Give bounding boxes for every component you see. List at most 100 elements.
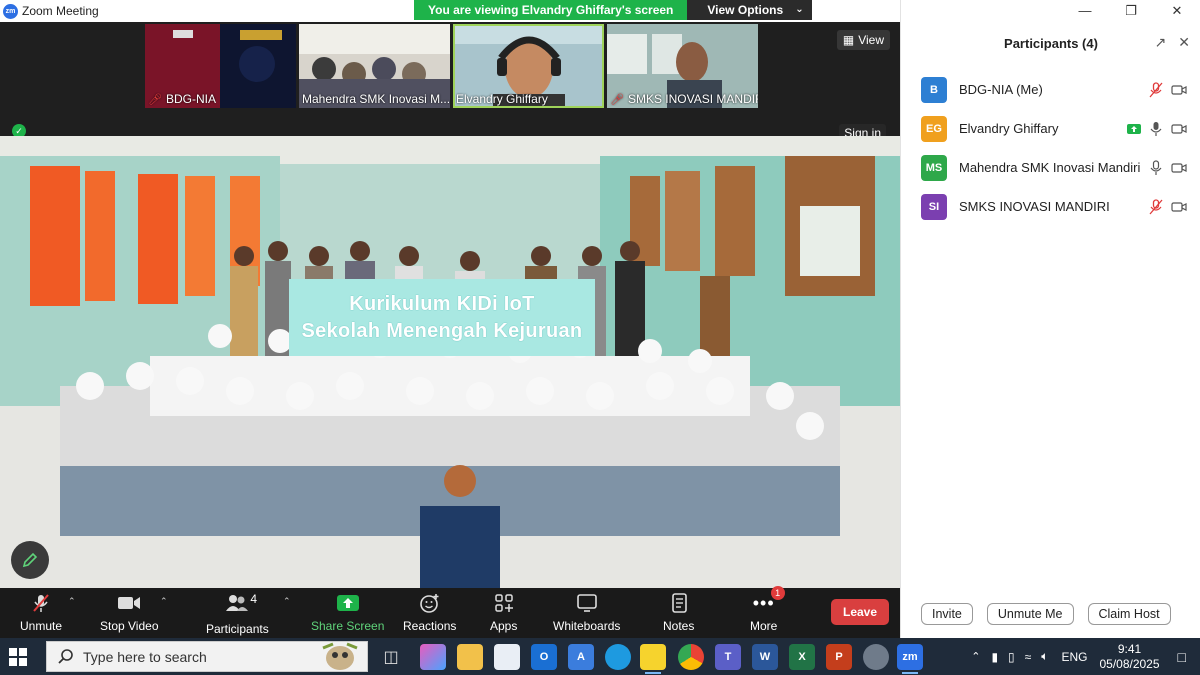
screen: zm Zoom Meeting You are viewing Elvandry… <box>0 0 1200 675</box>
windows-taskbar: Type here to search ◫ O A T W X P zm ⌃ ▮… <box>0 638 1200 675</box>
start-button[interactable] <box>8 647 28 672</box>
task-view-icon[interactable]: ◫ <box>378 644 404 670</box>
usb-device-icon[interactable]: ▯ <box>1008 650 1015 664</box>
copilot-icon[interactable] <box>420 644 446 670</box>
show-hidden-icons-icon[interactable]: ⌃ <box>971 650 980 663</box>
notifications-icon[interactable]: □ <box>1178 649 1186 665</box>
clock[interactable]: 9:41 05/08/2025 <box>1099 642 1159 672</box>
video-thumbnail-active-speaker[interactable]: Elvandry Ghiffary <box>453 24 604 108</box>
whiteboards-button[interactable]: Whiteboards <box>553 592 620 633</box>
system-tray: ⌃ ▮ ▯ ≈ 🔈︎ ENG 9:41 05/08/2025 □ <box>965 638 1200 675</box>
mic-muted-icon <box>1149 198 1163 214</box>
participants-icon <box>226 595 249 611</box>
clock-time: 9:41 <box>1117 641 1142 656</box>
annotate-pencil-button[interactable] <box>11 541 49 579</box>
view-options-label: View Options <box>707 3 784 17</box>
zoom-taskbar-icon[interactable]: zm <box>897 644 923 674</box>
audio-options-caret-icon[interactable]: ⌃ <box>68 596 76 607</box>
claim-host-button[interactable]: Claim Host <box>1087 603 1171 625</box>
panel-footer-buttons: Invite Unmute Me Claim Host <box>921 603 1171 625</box>
notes-button[interactable]: Notes <box>663 592 694 633</box>
clock-date: 05/08/2025 <box>1099 656 1160 671</box>
zoom-title-bar: zm Zoom Meeting You are viewing Elvandry… <box>0 0 900 22</box>
avatar: SI <box>921 193 947 220</box>
participant-status-icons <box>1149 198 1187 215</box>
view-label: View <box>858 33 884 47</box>
participants-label: Participants <box>206 622 269 636</box>
smiley-plus-icon <box>419 594 439 613</box>
unmute-button[interactable]: Unmute <box>20 592 62 633</box>
outlook-icon[interactable]: O <box>531 644 557 670</box>
minimize-icon[interactable]: — <box>1062 0 1108 22</box>
video-camera-icon <box>118 597 141 609</box>
pop-out-icon[interactable]: ↗ <box>1155 34 1167 51</box>
view-options-button[interactable]: View Options ⌄ <box>687 0 812 20</box>
video-options-caret-icon[interactable]: ⌃ <box>160 596 168 607</box>
restore-icon[interactable]: ❐ <box>1108 0 1154 22</box>
reactions-button[interactable]: Reactions <box>403 592 456 633</box>
participant-name: Elvandry Ghiffary <box>456 92 548 106</box>
teams-icon[interactable]: T <box>715 644 741 670</box>
apps-grid-icon <box>494 594 513 612</box>
meeting-toolbar: Unmute ⌃ Stop Video ⌃ 4 Participants ⌃ S… <box>0 586 900 638</box>
participant-name: Mahendra SMK Inovasi Mandiri <box>959 160 1141 175</box>
participant-status-icons <box>1127 121 1187 137</box>
language-indicator[interactable]: ENG <box>1061 650 1087 664</box>
close-panel-icon[interactable]: ✕ <box>1178 34 1190 51</box>
participant-row[interactable]: EG Elvandry Ghiffary <box>921 109 1191 148</box>
wifi-icon[interactable]: ≈ <box>1025 650 1032 664</box>
excel-icon[interactable]: X <box>789 644 815 670</box>
more-button[interactable]: ••• 1 More <box>750 586 785 633</box>
app-icon[interactable] <box>863 644 889 670</box>
participant-row[interactable]: B BDG-NIA (Me) <box>921 70 1191 109</box>
slide-title-line-1: Kurikulum KIDi IoT <box>349 292 535 315</box>
video-thumbnail-strip: 🎤︎ BDG-NIA Mahendra SMK Inovasi M... Elv… <box>145 24 758 108</box>
whiteboards-label: Whiteboards <box>553 619 621 633</box>
edge-icon[interactable] <box>605 644 631 670</box>
sticky-notes-icon[interactable] <box>640 644 666 674</box>
chrome-icon[interactable] <box>678 644 704 670</box>
participants-options-caret-icon[interactable]: ⌃ <box>283 596 291 607</box>
battery-icon[interactable]: ▮ <box>991 650 998 664</box>
search-placeholder: Type here to search <box>83 648 207 665</box>
video-camera-icon <box>1171 123 1187 134</box>
power-automate-icon[interactable]: A <box>568 644 594 670</box>
participant-row[interactable]: SI SMKS INOVASI MANDIRI <box>921 187 1191 226</box>
participant-name: BDG-NIA (Me) <box>959 82 1043 97</box>
search-highlight-illustration <box>322 642 358 670</box>
powerpoint-icon[interactable]: P <box>826 644 852 670</box>
apps-label: Apps <box>490 619 518 633</box>
share-screen-icon <box>336 595 359 611</box>
avatar: B <box>921 76 947 103</box>
view-layout-button[interactable]: ▦ View <box>836 30 890 50</box>
mic-muted-icon <box>33 594 49 612</box>
avatar: MS <box>921 154 947 181</box>
meeting-area: 🎤︎ BDG-NIA Mahendra SMK Inovasi M... Elv… <box>0 22 900 588</box>
mic-muted-icon: 🎤︎ <box>610 93 624 106</box>
participant-name: SMKS INOVASI MANDIRI... <box>627 92 758 106</box>
leave-button[interactable]: Leave <box>831 599 889 625</box>
participant-row[interactable]: MS Mahendra SMK Inovasi Mandiri <box>921 148 1191 187</box>
apps-button[interactable]: Apps <box>490 592 517 633</box>
window-title: Zoom Meeting <box>22 4 99 18</box>
participant-status-icons <box>1149 159 1187 176</box>
volume-icon[interactable]: 🔈︎ <box>1041 649 1048 664</box>
video-thumbnail[interactable]: Mahendra SMK Inovasi M... <box>299 24 450 108</box>
participant-count: 4 <box>250 592 258 606</box>
video-thumbnail[interactable]: 🎤︎ BDG-NIA <box>145 24 296 108</box>
close-icon[interactable]: ✕ <box>1154 0 1200 22</box>
microsoft-store-icon[interactable] <box>494 644 520 670</box>
classroom-photo <box>0 136 900 588</box>
search-icon <box>58 648 73 664</box>
taskbar-search-box[interactable]: Type here to search <box>46 641 368 672</box>
participants-button[interactable]: 4 Participants <box>206 592 269 636</box>
mic-muted-icon: 🎤︎ <box>148 93 162 106</box>
unmute-me-button[interactable]: Unmute Me <box>986 603 1074 625</box>
invite-button[interactable]: Invite <box>921 603 973 625</box>
share-screen-button[interactable]: Share Screen <box>311 592 384 633</box>
stop-video-button[interactable]: Stop Video <box>100 592 159 633</box>
word-icon[interactable]: W <box>752 644 778 670</box>
screen-share-banner: You are viewing Elvandry Ghiffary's scre… <box>414 0 812 20</box>
file-explorer-icon[interactable] <box>457 644 483 670</box>
video-thumbnail[interactable]: 🎤︎ SMKS INOVASI MANDIRI... <box>607 24 758 108</box>
